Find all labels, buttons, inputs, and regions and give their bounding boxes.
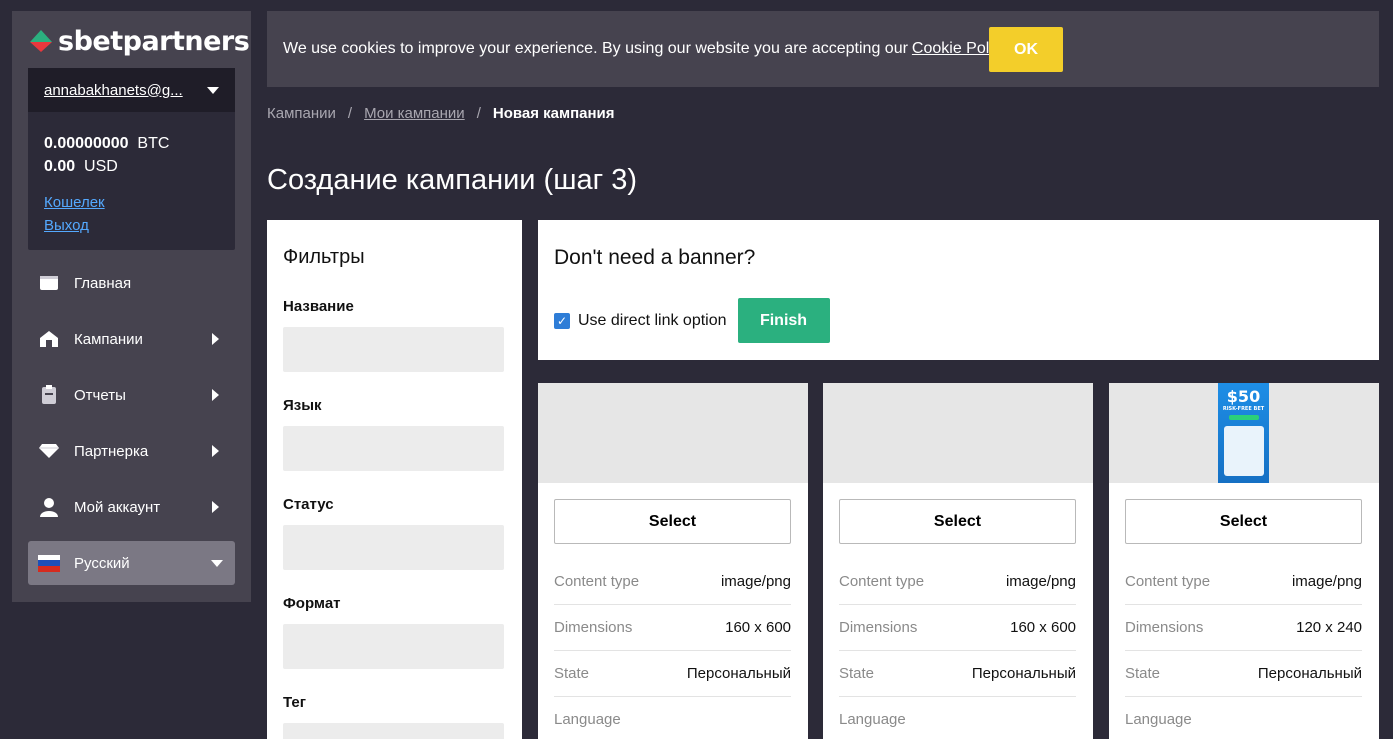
sidebar-nav: Главная Кампании Отчеты Партнерка Мой ак… [28,261,235,597]
chevron-right-icon [212,445,219,457]
sidebar-item-reports[interactable]: Отчеты [28,373,235,417]
logo-icon [30,30,52,52]
sidebar-item-label: Главная [74,274,132,292]
page-title: Создание кампании (шаг 3) [267,164,638,196]
breadcrumb-separator: / [476,105,481,122]
chevron-right-icon [212,389,219,401]
filter-format-input[interactable] [283,624,504,669]
banner-amount: $50 [1226,387,1261,406]
banner-card: Select Content type image/png Dimensions 1… [538,383,808,739]
russia-flag-icon [38,552,60,574]
phone-icon [1223,426,1264,476]
filters-panel: Фильтры Название Язык Статус Формат Тег [267,220,522,739]
chevron-down-icon[interactable] [207,86,219,94]
filter-status-input[interactable] [283,525,504,570]
card-row-content-type: Content type image/png [554,559,791,605]
language-label: Русский [74,554,130,572]
card-row-dimensions: Dimensions 160 x 600 [839,605,1076,651]
language-selector[interactable]: Русский [28,541,235,585]
breadcrumb-separator: / [347,105,353,122]
filter-tag-input[interactable] [283,723,504,739]
sidebar-item-my-account[interactable]: Мой аккаунт [28,485,235,529]
filter-language-label: Язык [283,397,322,414]
card-row-language: Language [554,697,791,739]
finish-button[interactable]: Finish [737,298,830,343]
banner-card: $50 RISK-FREE BET Select Content type ima… [1109,383,1379,739]
card-row-content-type: Content type image/png [839,559,1076,605]
banner-preview [823,383,1093,483]
sidebar-item-label: Партнерка [74,442,149,460]
sidebar: sbetpartners annabakhanets@g... 0.000000… [12,11,251,602]
card-row-dimensions: Dimensions 120 x 240 [1125,605,1362,651]
filter-tag-label: Тег [283,694,307,711]
filter-name-label: Название [283,298,354,315]
balance-btc: 0.00000000 BTC [44,135,170,152]
select-banner-button[interactable]: Select [839,499,1076,544]
direct-link-title: Don't need a banner? [554,246,756,269]
account-dropdown[interactable]: annabakhanets@g... [28,68,235,112]
card-row-language: Language [1125,697,1362,739]
cookie-text: We use cookies to improve your experienc… [283,40,1009,57]
house-icon [38,328,60,350]
account-panel: annabakhanets@g... 0.00000000 BTC 0.00 U… [28,68,235,250]
direct-link-panel: Don't need a banner? ✓ Use direct link o… [538,220,1379,360]
user-icon [38,496,60,518]
banner-card: Select Content type image/png Dimensions 1… [823,383,1093,739]
clipboard-icon [38,384,60,406]
card-row-language: Language [839,697,1076,739]
breadcrumb-current: Новая кампания [492,105,615,122]
filter-name-input[interactable] [283,327,504,372]
balance-list: 0.00000000 BTC 0.00 USD [28,112,235,178]
direct-link-checkbox[interactable]: ✓ [554,312,570,329]
card-row-state: State Персональный [1125,651,1362,697]
logo-text: sbetpartners [58,25,250,57]
breadcrumb: Кампании / Мои кампании / Новая кампания [267,105,615,122]
filter-status-label: Статус [283,496,334,513]
direct-link-checkbox-label[interactable]: Use direct link option [578,312,727,330]
diamond-icon [38,440,60,462]
account-email[interactable]: annabakhanets@g... [44,82,183,99]
wallet-link[interactable]: Кошелек [44,191,219,214]
card-row-dimensions: Dimensions 160 x 600 [554,605,791,651]
card-row-state: State Персональный [554,651,791,697]
banner-cta-bar [1228,415,1259,420]
card-row-content-type: Content type image/png [1125,559,1362,605]
sidebar-item-label: Отчеты [74,386,126,404]
logout-link[interactable]: Выход [44,214,219,237]
breadcrumb-root: Кампании [267,105,336,122]
chevron-down-icon [211,559,223,567]
breadcrumb-my-campaigns[interactable]: Мои кампании [364,105,465,122]
filters-title: Фильтры [283,246,365,268]
filter-format-label: Формат [283,595,341,612]
sidebar-item-partner[interactable]: Партнерка [28,429,235,473]
select-banner-button[interactable]: Select [1125,499,1362,544]
cookie-ok-button[interactable]: OK [989,27,1063,72]
select-banner-button[interactable]: Select [554,499,791,544]
sidebar-item-campaigns[interactable]: Кампании [28,317,235,361]
balance-usd: 0.00 USD [44,158,118,175]
banner-preview: $50 RISK-FREE BET [1109,383,1379,483]
sidebar-item-label: Кампании [74,330,143,348]
chevron-right-icon [212,501,219,513]
cookie-banner: We use cookies to improve your experienc… [267,11,1379,87]
banner-preview [538,383,808,483]
monitor-icon [38,272,60,294]
chevron-right-icon [212,333,219,345]
sidebar-item-label: Мой аккаунт [74,498,161,516]
banner-tagline: RISK-FREE BET [1222,406,1265,412]
card-row-state: State Персональный [839,651,1076,697]
banner-thumbnail: $50 RISK-FREE BET [1218,383,1269,483]
logo[interactable]: sbetpartners [28,25,250,57]
filter-language-input[interactable] [283,426,504,471]
sidebar-item-home[interactable]: Главная [28,261,235,305]
